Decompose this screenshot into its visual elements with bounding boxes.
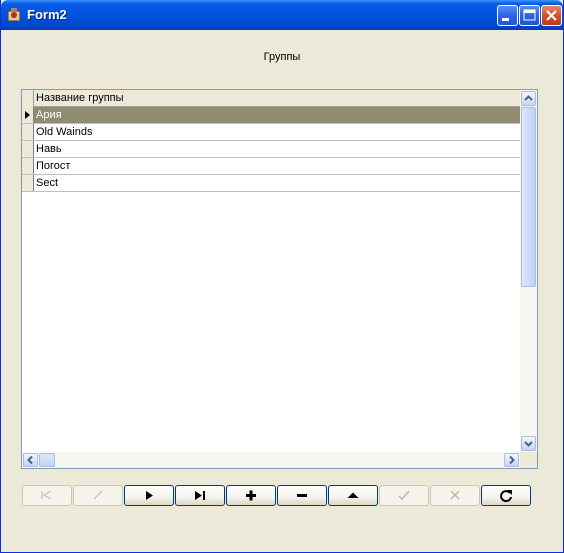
- group-name-cell[interactable]: Old Wainds: [36, 126, 92, 138]
- selection-highlight: [34, 107, 520, 123]
- cancel-record-button[interactable]: [430, 485, 480, 506]
- caption-label: Группы: [263, 51, 301, 63]
- grid-body: Название группы Ария Old Wainds Навь Пог…: [22, 90, 520, 452]
- vertical-scrollbar[interactable]: [520, 90, 537, 452]
- header-indicator: [22, 90, 34, 107]
- table-row[interactable]: Навь: [22, 141, 520, 158]
- post-record-button[interactable]: [379, 485, 429, 506]
- window-title: Form2: [27, 7, 67, 22]
- grid-header: Название группы: [22, 90, 520, 107]
- maximize-button[interactable]: [519, 5, 540, 26]
- first-icon: [41, 490, 52, 500]
- last-icon: [195, 491, 205, 500]
- scroll-left-button[interactable]: [23, 453, 38, 467]
- row-indicator: [22, 158, 34, 174]
- row-indicator: [22, 107, 34, 123]
- prior-icon: [93, 490, 103, 500]
- edit-record-button[interactable]: [328, 485, 378, 506]
- next-record-button[interactable]: [124, 485, 174, 506]
- form-window: Form2 Группы Название группы Ария Old Wa…: [0, 0, 564, 553]
- table-row[interactable]: Погост: [22, 158, 520, 175]
- current-row-marker-icon: [25, 111, 30, 119]
- check-icon: [398, 490, 410, 501]
- app-icon: [7, 8, 21, 22]
- scroll-up-icon: [524, 95, 533, 101]
- close-button[interactable]: [541, 5, 562, 26]
- prior-record-button[interactable]: [73, 485, 123, 506]
- minimize-button[interactable]: [497, 5, 518, 26]
- last-record-button[interactable]: [175, 485, 225, 506]
- cancel-icon: [450, 490, 460, 500]
- scroll-left-icon: [27, 455, 33, 465]
- refresh-icon: [500, 490, 512, 503]
- scroll-corner: [520, 452, 537, 468]
- minimize-icon: [502, 18, 509, 21]
- scroll-right-icon: [509, 455, 515, 465]
- row-indicator: [22, 124, 34, 140]
- first-record-button[interactable]: [22, 485, 72, 506]
- maximize-icon: [523, 9, 536, 21]
- group-name-cell[interactable]: Sect: [36, 177, 58, 189]
- column-header[interactable]: Название группы: [36, 92, 124, 104]
- group-name-cell[interactable]: Навь: [36, 143, 62, 155]
- next-icon: [146, 491, 153, 500]
- row-indicator: [22, 175, 34, 191]
- scroll-down-button[interactable]: [521, 436, 536, 451]
- close-icon: [546, 10, 557, 21]
- scroll-right-button[interactable]: [504, 453, 519, 467]
- plus-icon: [246, 490, 256, 501]
- horizontal-scrollbar[interactable]: [22, 452, 520, 468]
- scroll-down-icon: [524, 441, 533, 447]
- up-triangle-icon: [347, 492, 359, 498]
- insert-record-button[interactable]: [226, 485, 276, 506]
- table-row[interactable]: Ария: [22, 107, 520, 124]
- minus-icon: [297, 494, 307, 497]
- db-grid[interactable]: Название группы Ария Old Wainds Навь Пог…: [21, 89, 538, 469]
- title-bar[interactable]: Form2: [1, 0, 563, 30]
- delete-record-button[interactable]: [277, 485, 327, 506]
- refresh-record-button[interactable]: [481, 485, 531, 506]
- vertical-scroll-thumb[interactable]: [521, 107, 536, 287]
- horizontal-scroll-thumb[interactable]: [39, 453, 55, 467]
- group-name-cell[interactable]: Погост: [36, 160, 70, 172]
- group-name-cell[interactable]: Ария: [36, 109, 62, 121]
- table-row[interactable]: Sect: [22, 175, 520, 192]
- table-row[interactable]: Old Wainds: [22, 124, 520, 141]
- scroll-up-button[interactable]: [521, 91, 536, 106]
- row-indicator: [22, 141, 34, 157]
